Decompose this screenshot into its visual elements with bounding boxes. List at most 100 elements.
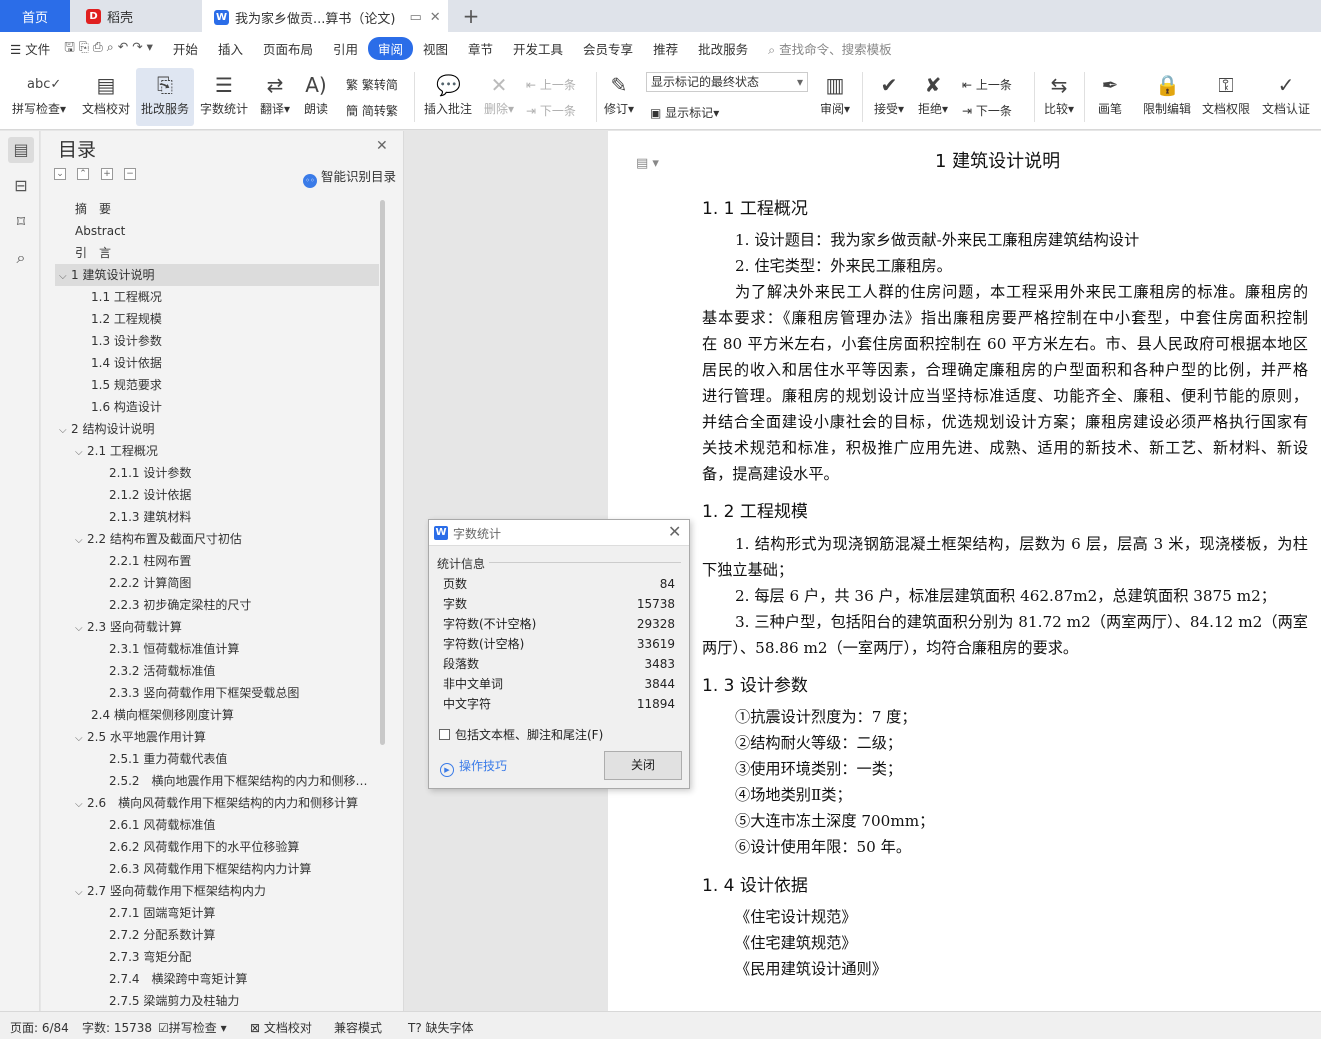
toc-item[interactable]: ⌵ 2.3 竖向荷载计算 bbox=[55, 616, 379, 638]
menu-insert[interactable]: 插入 bbox=[208, 39, 253, 58]
word-count-indicator[interactable]: 字数: 15738 bbox=[82, 1019, 152, 1036]
spell-check-status[interactable]: ☑拼写检查 ▾ bbox=[158, 1019, 227, 1036]
remove-heading-icon[interactable]: − bbox=[124, 168, 136, 180]
menu-reference[interactable]: 引用 bbox=[323, 39, 368, 58]
search-icon[interactable]: ⌕ bbox=[8, 245, 34, 271]
toc-item[interactable]: 引 言 bbox=[55, 242, 379, 264]
toc-item[interactable]: 2.2.1 柱网布置 bbox=[55, 550, 379, 572]
close-icon[interactable]: ✕ bbox=[668, 522, 681, 541]
toc-item[interactable]: 摘 要 bbox=[55, 198, 379, 220]
toc-item[interactable]: 1.2 工程规模 bbox=[55, 308, 379, 330]
toc-item[interactable]: 2.6.3 风荷载作用下框架结构内力计算 bbox=[55, 858, 379, 880]
chevron-down-icon[interactable]: ⌵ bbox=[75, 882, 87, 902]
toc-item[interactable]: 1.1 工程概况 bbox=[55, 286, 379, 308]
compare-button[interactable]: ⇆ 比较▾ bbox=[1040, 68, 1078, 126]
read-aloud-button[interactable]: A) 朗读 bbox=[298, 68, 334, 126]
toc-item[interactable]: 2.7.3 弯矩分配 bbox=[55, 946, 379, 968]
menu-correction[interactable]: 批改服务 bbox=[688, 39, 758, 58]
toc-item[interactable]: 1.6 构造设计 bbox=[55, 396, 379, 418]
toc-item[interactable]: 2.3.3 竖向荷载作用下框架受载总图 bbox=[55, 682, 379, 704]
close-button[interactable]: 关闭 bbox=[604, 751, 682, 780]
page-indicator[interactable]: 页面: 6/84 bbox=[10, 1019, 69, 1036]
toc-item[interactable]: 2.7.5 梁端剪力及柱轴力 bbox=[55, 990, 379, 1006]
prev-comment-button[interactable]: ⇤ 上一条 bbox=[526, 76, 576, 93]
toc-item[interactable]: 2.1.2 设计依据 bbox=[55, 484, 379, 506]
toc-item[interactable]: 2.4 横向框架侧移刚度计算 bbox=[55, 704, 379, 726]
toc-item[interactable]: 1.5 规范要求 bbox=[55, 374, 379, 396]
menu-layout[interactable]: 页面布局 bbox=[253, 39, 323, 58]
toc-item[interactable]: 2.3.1 恒荷载标准值计算 bbox=[55, 638, 379, 660]
toc-item[interactable]: 2.7.4 横梁跨中弯矩计算 bbox=[55, 968, 379, 990]
tab-daoke[interactable]: D 稻壳 bbox=[72, 0, 198, 32]
chevron-down-icon[interactable]: ⌵ bbox=[59, 420, 71, 440]
toc-item[interactable]: 2.1.3 建筑材料 bbox=[55, 506, 379, 528]
toc-item[interactable]: 1.4 设计依据 bbox=[55, 352, 379, 374]
toc-item[interactable]: ⌵ 1 建筑设计说明 bbox=[55, 264, 379, 286]
tab-window-icon[interactable]: ▭ bbox=[409, 10, 421, 25]
translate-button[interactable]: ⇄ 翻译▾ bbox=[255, 68, 295, 126]
toc-nav-icon[interactable]: ▤ bbox=[8, 137, 34, 163]
toc-item[interactable]: 2.2.3 初步确定梁柱的尺寸 bbox=[55, 594, 379, 616]
menu-start[interactable]: 开始 bbox=[163, 39, 208, 58]
toc-item[interactable]: 2.7.2 分配系数计算 bbox=[55, 924, 379, 946]
toc-scrollbar[interactable] bbox=[380, 200, 385, 745]
doc-proof-button[interactable]: ▤ 文档校对 bbox=[78, 68, 134, 126]
include-textbox-checkbox[interactable]: 包括文本框、脚注和尾注(F) bbox=[439, 726, 603, 743]
simp-to-trad-button[interactable]: 簡 简转繁 bbox=[346, 102, 398, 119]
show-marks-button[interactable]: ▣ 显示标记▾ bbox=[650, 104, 719, 121]
tips-link[interactable]: ▶ 操作技巧 bbox=[440, 757, 507, 777]
reject-button[interactable]: ✘ 拒绝▾ bbox=[914, 68, 952, 126]
toc-item[interactable]: Abstract bbox=[55, 220, 379, 242]
close-icon[interactable]: ✕ bbox=[376, 138, 388, 154]
toc-item[interactable]: 2.5.1 重力荷载代表值 bbox=[55, 748, 379, 770]
outline-nav-icon[interactable]: ⊟ bbox=[8, 173, 34, 199]
expand-up-icon[interactable]: ⌃ bbox=[77, 168, 89, 180]
menu-member[interactable]: 会员专享 bbox=[573, 39, 643, 58]
track-changes-button[interactable]: ✎ 修订▾ bbox=[600, 68, 638, 126]
doc-proof-status[interactable]: ⊠ 文档校对 bbox=[250, 1019, 312, 1036]
add-heading-icon[interactable]: + bbox=[101, 168, 113, 180]
toc-item[interactable]: 2.2.2 计算简图 bbox=[55, 572, 379, 594]
review-pane-button[interactable]: ▥ 审阅▾ bbox=[816, 68, 854, 126]
word-count-button[interactable]: ☰ 字数统计 bbox=[197, 68, 251, 126]
menu-review[interactable]: 审阅 bbox=[367, 36, 413, 60]
toc-item[interactable]: ⌵ 2.2 结构布置及截面尺寸初估 bbox=[55, 528, 379, 550]
tab-document[interactable]: W 我为家乡做贡...算书（论文) ▭ ✕ bbox=[202, 0, 448, 32]
quick-toolbar[interactable]: 🖫 ⎘ ⎙ ⌕ ↶ ↷ ▾ bbox=[60, 38, 157, 59]
tab-close-icon[interactable]: ✕ bbox=[430, 10, 441, 25]
toc-item[interactable]: 2.1.1 设计参数 bbox=[55, 462, 379, 484]
prev-change-button[interactable]: ⇤ 上一条 bbox=[962, 76, 1012, 93]
menu-developer[interactable]: 开发工具 bbox=[503, 39, 573, 58]
smart-toc-button[interactable]: ◦◦ 智能识别目录 bbox=[303, 166, 396, 188]
missing-font-status[interactable]: T? 缺失字体 bbox=[408, 1019, 474, 1036]
insert-comment-button[interactable]: 💬 插入批注 bbox=[420, 68, 476, 126]
menu-section[interactable]: 章节 bbox=[458, 39, 503, 58]
next-change-button[interactable]: ⇥ 下一条 bbox=[962, 102, 1012, 119]
chevron-down-icon[interactable]: ⌵ bbox=[75, 618, 87, 638]
doc-cert-button[interactable]: ✓ 文档认证 bbox=[1258, 68, 1314, 126]
chevron-down-icon[interactable]: ⌵ bbox=[59, 266, 71, 286]
toc-item[interactable]: 2.6.2 风荷载作用下的水平位移验算 bbox=[55, 836, 379, 858]
toc-item[interactable]: 1.3 设计参数 bbox=[55, 330, 379, 352]
toc-item[interactable]: 2.3.2 活荷载标准值 bbox=[55, 660, 379, 682]
markup-state-select[interactable]: 显示标记的最终状态 ▾ bbox=[646, 72, 808, 92]
delete-comment-button[interactable]: ✕ 删除▾ bbox=[480, 68, 518, 126]
tab-home[interactable]: 首页 bbox=[0, 0, 70, 32]
chevron-down-icon[interactable]: ⌵ bbox=[75, 728, 87, 748]
doc-rights-button[interactable]: ⚿ 文档权限 bbox=[1199, 68, 1253, 126]
accept-button[interactable]: ✔ 接受▾ bbox=[870, 68, 908, 126]
toc-item[interactable]: ⌵ 2.6 横向风荷载作用下框架结构的内力和侧移计算 bbox=[55, 792, 379, 814]
new-tab-button[interactable]: + bbox=[458, 0, 484, 32]
page-options-icon[interactable]: ▤ ▾ bbox=[636, 156, 659, 171]
trad-to-simp-button[interactable]: 繁 繁转简 bbox=[346, 76, 398, 93]
toc-item[interactable]: 2.5.2 横向地震作用下框架结构的内力和侧移计算 bbox=[55, 770, 379, 792]
collapse-all-icon[interactable]: ⌄ bbox=[54, 168, 66, 180]
toc-item[interactable]: 2.7.1 固端弯矩计算 bbox=[55, 902, 379, 924]
correction-service-button[interactable]: ⎘ 批改服务 bbox=[136, 68, 194, 126]
file-menu[interactable]: ☰ 文件 bbox=[0, 39, 60, 58]
toc-item[interactable]: ⌵ 2.1 工程概况 bbox=[55, 440, 379, 462]
toc-item[interactable]: ⌵ 2 结构设计说明 bbox=[55, 418, 379, 440]
chevron-down-icon[interactable]: ⌵ bbox=[75, 442, 87, 462]
bookmark-icon[interactable]: ⌑ bbox=[8, 209, 34, 235]
pen-button[interactable]: ✒ 画笔 bbox=[1092, 68, 1128, 126]
